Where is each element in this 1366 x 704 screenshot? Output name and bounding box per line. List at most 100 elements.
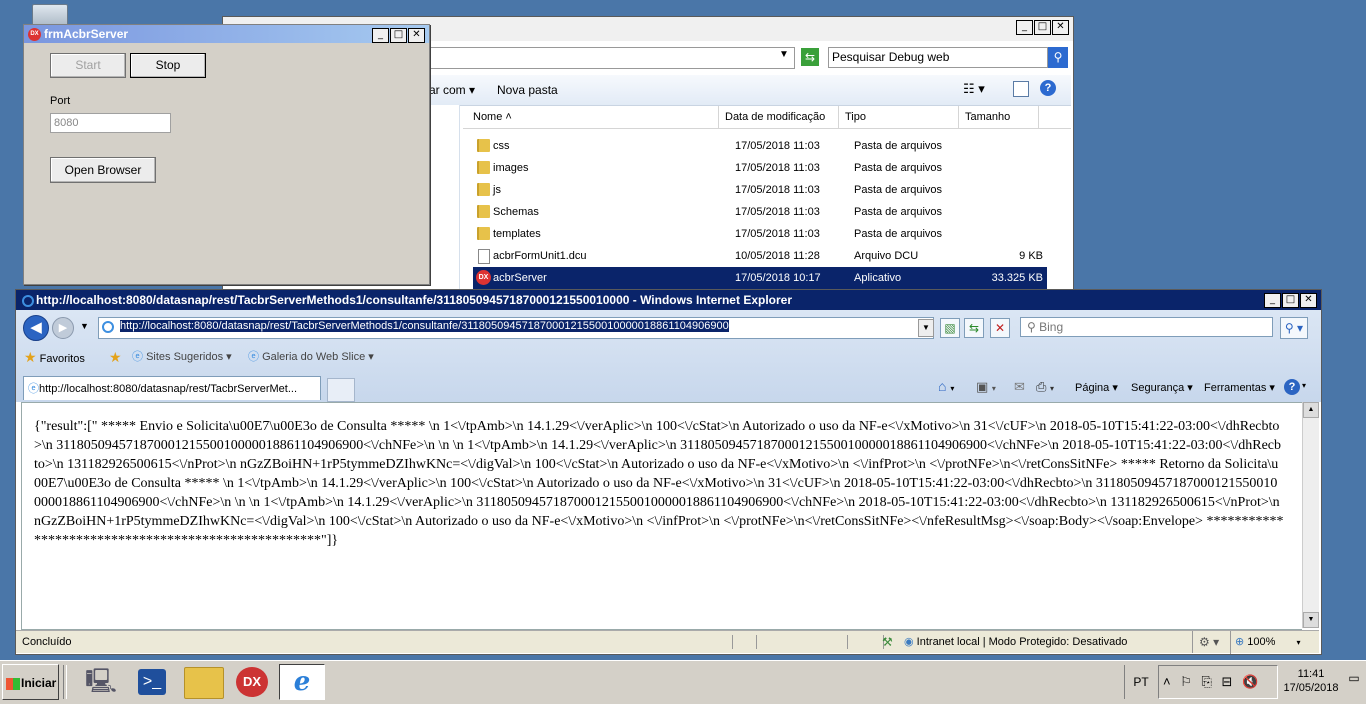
security-menu[interactable]: Segurança ▾	[1131, 381, 1193, 394]
app-icon: DX	[476, 270, 491, 285]
favorites-button[interactable]: ★ Favoritos	[24, 346, 85, 370]
stop-button[interactable]: Stop	[130, 53, 206, 78]
refresh-icon[interactable]: ⇆	[801, 48, 819, 66]
maximize-button[interactable]: □	[390, 28, 407, 43]
show-desktop-button[interactable]: ▭	[1346, 671, 1362, 691]
column-nome[interactable]: Nome ˄	[463, 106, 719, 128]
file-list: css 17/05/2018 11:03 Pasta de arquivos i…	[473, 135, 1047, 295]
share-menu[interactable]: ar com ▾	[429, 83, 475, 97]
minimize-button[interactable]: _	[1016, 20, 1033, 35]
forward-button[interactable]: ▶	[52, 317, 74, 339]
ie-window: http://localhost:8080/datasnap/rest/Tacb…	[15, 289, 1322, 655]
scroll-up-arrow-icon[interactable]: ▲	[1303, 402, 1319, 418]
page-content: {"result":[" ***** Envio e Solicita\u00E…	[21, 402, 1302, 630]
ie-window-controls: _ □ ✕	[1264, 293, 1317, 308]
list-item[interactable]: templates 17/05/2018 11:03 Pasta de arqu…	[473, 223, 1047, 245]
close-button[interactable]: ✕	[408, 28, 425, 43]
blocked-content-icon[interactable]: ⚒	[882, 631, 893, 653]
refresh-icon[interactable]: ⇆	[964, 318, 984, 338]
list-item[interactable]: css 17/05/2018 11:03 Pasta de arquivos	[473, 135, 1047, 157]
list-item[interactable]: images 17/05/2018 11:03 Pasta de arquivo…	[473, 157, 1047, 179]
sites-sugeridos-button[interactable]: ⓔ Sites Sugeridos ▾	[132, 346, 232, 368]
ie-page-icon: ⓔ	[28, 383, 39, 395]
back-button[interactable]: ◀	[23, 315, 49, 341]
column-tamanho[interactable]: Tamanho	[959, 106, 1039, 128]
zoom-control[interactable]: ⊕ 100% ▾	[1230, 631, 1301, 654]
minimize-button[interactable]: _	[1264, 293, 1281, 308]
column-tipo[interactable]: Tipo	[839, 106, 959, 128]
close-button[interactable]: ✕	[1300, 293, 1317, 308]
list-item-selected[interactable]: DX acbrServer 17/05/2018 10:17 Aplicativ…	[473, 267, 1047, 289]
tab-active[interactable]: ⓔhttp://localhost:8080/datasnap/rest/Tac…	[23, 376, 321, 400]
zoom-icon: ⊕	[1235, 636, 1245, 648]
home-icon[interactable]: ⌂ ▾	[938, 378, 954, 394]
network-app-icon[interactable]: 🖳	[84, 666, 118, 698]
stop-icon[interactable]: ✕	[990, 318, 1010, 338]
add-favorite-icon[interactable]: ★	[109, 346, 122, 368]
file-icon	[478, 249, 490, 264]
feeds-icon[interactable]: ▣ ▾	[976, 379, 996, 395]
tools-menu[interactable]: Ferramentas ▾	[1204, 381, 1275, 394]
address-dropdown-button[interactable]: ▼	[918, 319, 934, 337]
dropdown-arrow-icon[interactable]: ▼	[779, 49, 789, 60]
acbr-window-controls: _ □ ✕	[372, 28, 425, 43]
acbr-titlebar: DX frmAcbrServer	[24, 25, 429, 43]
network-icon[interactable]: ⊟	[1222, 674, 1233, 689]
explorer-search-input[interactable]: Pesquisar Debug web	[828, 47, 1048, 68]
internet-explorer-icon[interactable]: e	[279, 664, 325, 700]
bing-search-input[interactable]: ⚲ Bing	[1020, 317, 1273, 337]
maximize-button[interactable]: □	[1282, 293, 1299, 308]
action-center-flag-icon[interactable]: ⚐	[1180, 674, 1192, 689]
navigation-pane	[429, 105, 460, 291]
search-icon: ⚲	[1027, 320, 1040, 334]
column-data[interactable]: Data de modificação	[719, 106, 839, 128]
print-icon[interactable]: ⎙ ▾	[1036, 379, 1054, 395]
help-icon[interactable]: ?	[1284, 379, 1300, 395]
delphi-icon[interactable]: DX	[236, 667, 268, 697]
explorer-icon[interactable]	[184, 667, 224, 699]
maximize-button[interactable]: □	[1034, 20, 1051, 35]
list-item[interactable]: acbrFormUnit1.dcu 10/05/2018 11:28 Arqui…	[473, 245, 1047, 267]
open-browser-button[interactable]: Open Browser	[50, 157, 156, 183]
address-text: http://localhost:8080/datasnap/rest/Tacb…	[120, 320, 729, 332]
scroll-down-arrow-icon[interactable]: ▼	[1303, 612, 1319, 628]
start-button[interactable]: Start	[50, 53, 126, 78]
start-button[interactable]: Iniciar	[2, 664, 59, 700]
acbr-server-window: DX frmAcbrServer _ □ ✕ Start Stop Port 80…	[23, 24, 430, 285]
view-options-icon[interactable]: ☷ ▾	[963, 81, 985, 97]
windows-logo-icon	[6, 677, 20, 690]
new-tab-button[interactable]	[327, 378, 355, 402]
clock[interactable]: 11:41 17/05/2018	[1278, 667, 1344, 695]
vertical-scrollbar[interactable]: ▲ ▼	[1302, 402, 1319, 628]
volume-muted-icon[interactable]: 🔇	[1242, 674, 1258, 689]
search-button[interactable]: ⚲ ▾	[1280, 317, 1308, 339]
list-item[interactable]: Schemas 17/05/2018 11:03 Pasta de arquiv…	[473, 201, 1047, 223]
search-icon[interactable]: ⚲	[1048, 47, 1068, 68]
status-text: Concluído	[22, 636, 72, 648]
minimize-button[interactable]: _	[372, 28, 389, 43]
history-dropdown-icon[interactable]: ▼	[80, 321, 89, 331]
powershell-icon[interactable]: >_	[138, 669, 166, 695]
json-response-text: {"result":[" ***** Envio e Solicita\u00E…	[34, 419, 1284, 548]
language-indicator[interactable]: PT	[1124, 665, 1157, 699]
ie-page-icon	[102, 321, 114, 333]
device-icon[interactable]: ⎘	[1202, 674, 1212, 689]
port-input[interactable]: 8080	[50, 113, 171, 133]
help-dropdown-icon[interactable]: ▾	[1302, 381, 1306, 390]
protected-mode-settings-icon[interactable]: ⚙ ▾	[1192, 631, 1219, 653]
explorer-window-controls: _ □ ✕	[1016, 20, 1069, 35]
list-item[interactable]: js 17/05/2018 11:03 Pasta de arquivos	[473, 179, 1047, 201]
web-slice-gallery-button[interactable]: ⓔ Galeria do Web Slice ▾	[248, 346, 374, 368]
show-hidden-icons-icon[interactable]: ˄	[1163, 674, 1171, 689]
taskbar: Iniciar 🖳 >_ DX e PT ˄ ⚐ ⎘ ⊟ 🔇 11:41 17/…	[0, 660, 1366, 704]
compatibility-view-icon[interactable]: ▧	[940, 318, 960, 338]
address-bar[interactable]: http://localhost:8080/datasnap/rest/Tacb…	[98, 317, 934, 339]
zone-status[interactable]: ◉ Intranet local | Modo Protegido: Desat…	[904, 631, 1127, 653]
new-folder-button[interactable]: Nova pasta	[497, 83, 558, 97]
explorer-address-bar[interactable]	[429, 47, 795, 69]
mail-icon[interactable]: ✉	[1014, 379, 1025, 395]
close-button[interactable]: ✕	[1052, 20, 1069, 35]
page-menu[interactable]: Página ▾	[1075, 381, 1118, 394]
help-icon[interactable]: ?	[1040, 80, 1056, 96]
preview-pane-icon[interactable]	[1013, 81, 1029, 97]
